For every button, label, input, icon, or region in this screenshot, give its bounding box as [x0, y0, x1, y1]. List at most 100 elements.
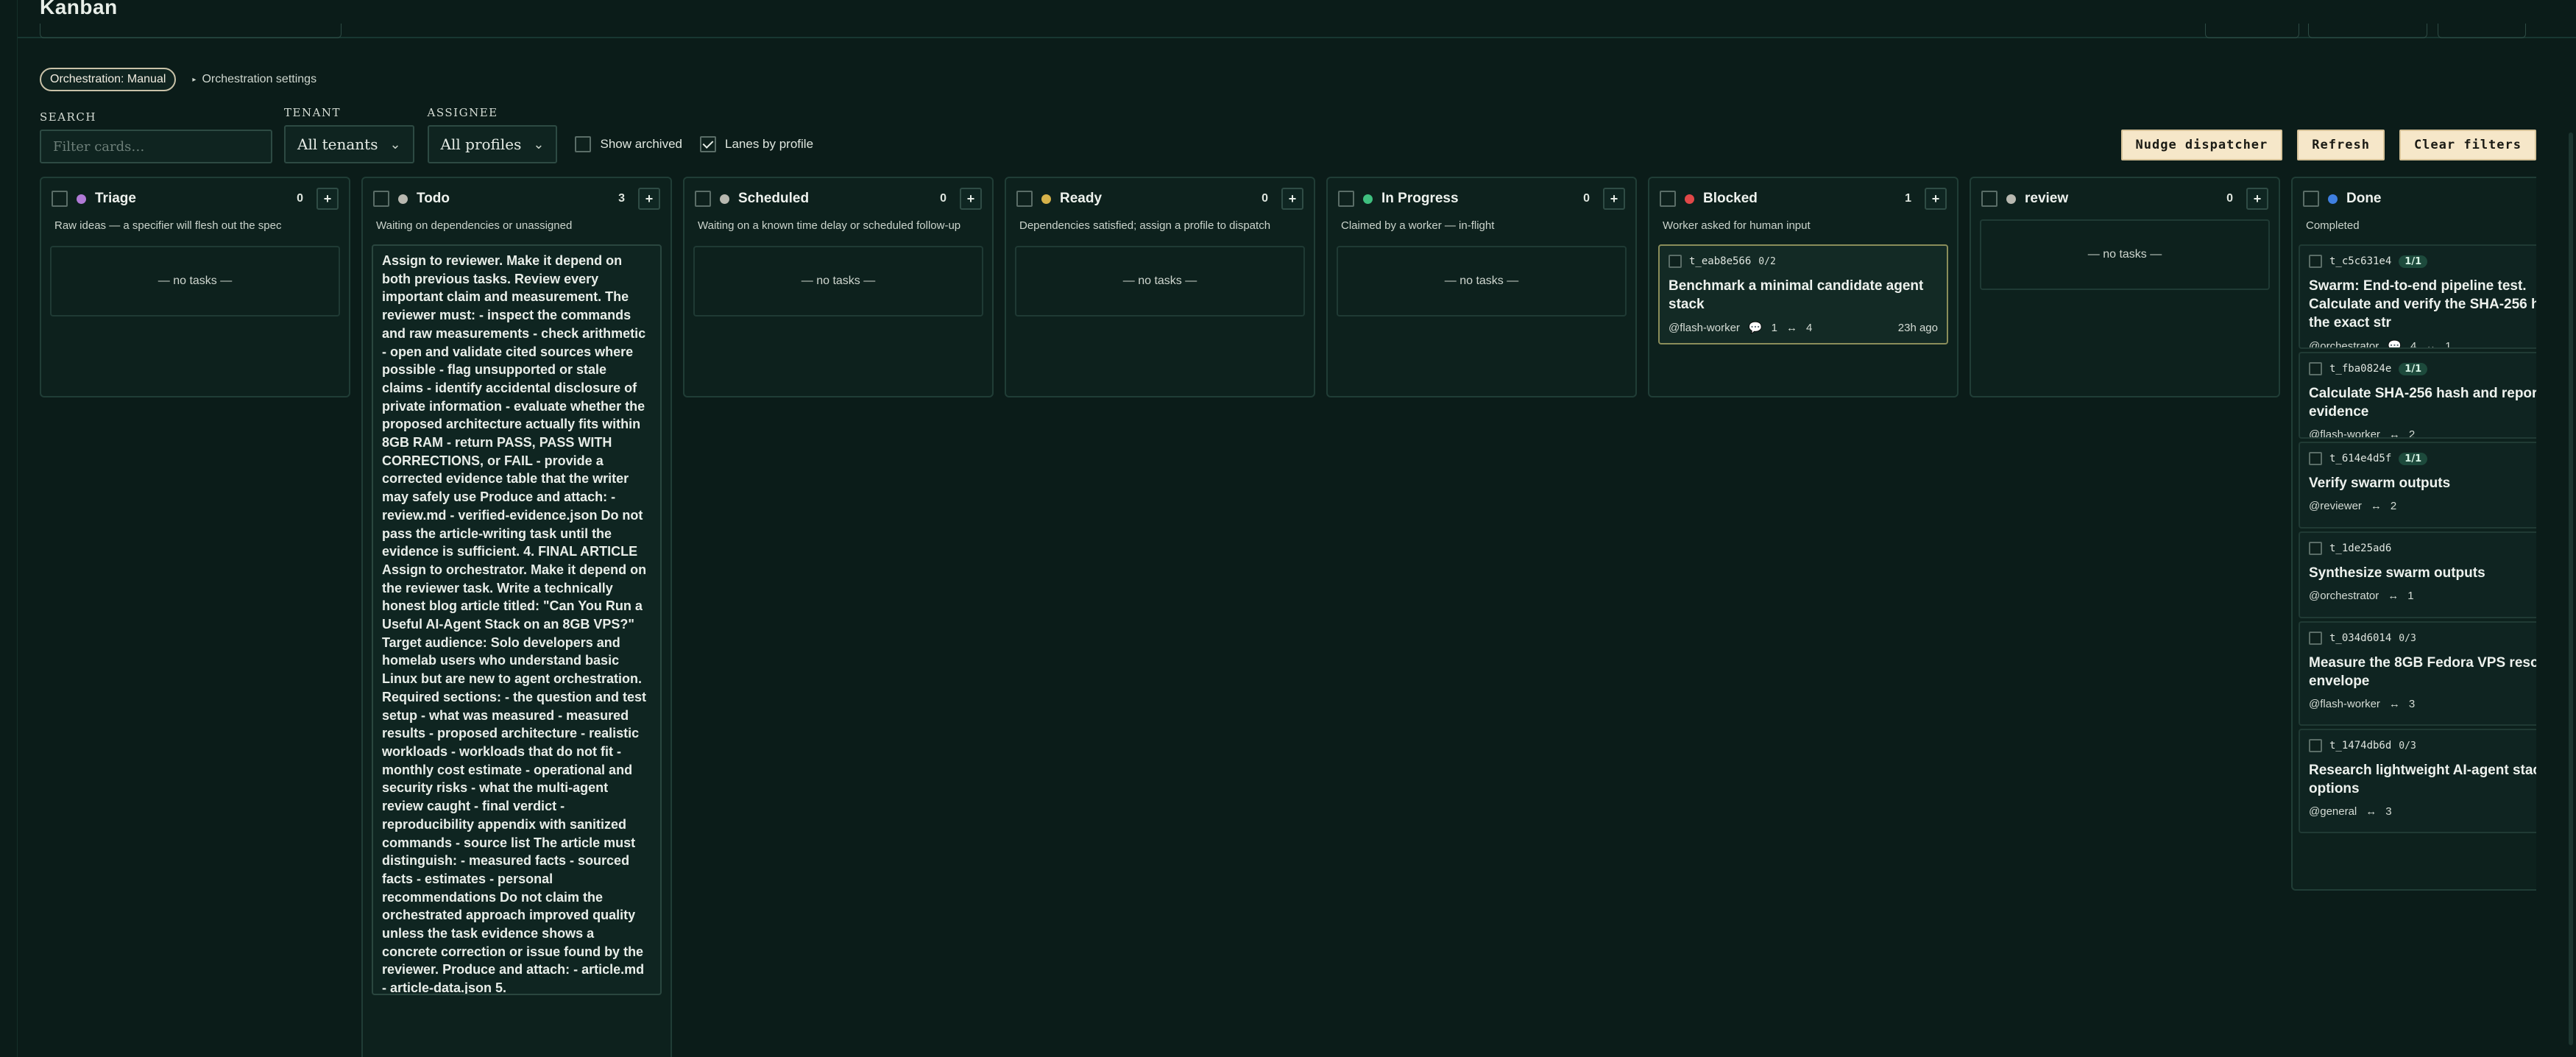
status-dot: [77, 194, 86, 204]
task-title: Swarm: End-to-end pipeline test. Calcula…: [2309, 278, 2536, 330]
search-label: SEARCH: [40, 110, 96, 124]
link-arrows-icon: ↔: [2388, 698, 2400, 710]
column-header: review 0 +: [1971, 178, 2279, 219]
card-meta: @general ↔ 3: [2309, 805, 2536, 818]
status-dot: [720, 194, 729, 204]
lanes-by-profile-toggle[interactable]: Lanes by profile: [700, 125, 813, 163]
lanes-by-profile-label: Lanes by profile: [725, 137, 814, 151]
column-header: Todo 3 +: [363, 178, 670, 219]
task-card[interactable]: t_614e4d5f 1/1 Verify swarm outputs @rev…: [2299, 442, 2536, 528]
refresh-button[interactable]: Refresh: [2297, 130, 2385, 160]
task-id: t_eab8e566: [1689, 255, 1752, 267]
board-actions: Nudge dispatcher Refresh Clear filters: [2120, 130, 2536, 160]
column-header: Scheduled 0 +: [684, 178, 992, 219]
kanban-board: Triage 0 + Raw ideas — a specifier will …: [40, 177, 2536, 1057]
task-card[interactable]: t_c5c631e4 1/1 Swarm: End-to-end pipelin…: [2299, 244, 2536, 349]
orchestration-row: Orchestration: Manual ▸ Orchestration se…: [40, 68, 316, 91]
chevron-down-icon: ⌄: [533, 136, 545, 152]
card-select-checkbox[interactable]: [2309, 362, 2322, 375]
card-select-checkbox[interactable]: [1669, 255, 1682, 268]
comment-count: 4: [2410, 339, 2417, 349]
card-id-row: t_614e4d5f 1/1: [2309, 449, 2536, 468]
task-assignee: @general: [2309, 805, 2357, 818]
plus-icon[interactable]: +: [638, 188, 660, 210]
task-card[interactable]: t_fba0824e 1/1 Calculate SHA-256 hash an…: [2299, 352, 2536, 439]
show-archived-checkbox[interactable]: [575, 136, 592, 152]
column-header: Ready 0 +: [1006, 178, 1314, 219]
column-count: 1: [1905, 192, 1911, 205]
empty-column-placeholder: — no tasks —: [693, 246, 983, 317]
plus-icon[interactable]: +: [316, 188, 339, 210]
task-card[interactable]: t_034d6014 0/3 Measure the 8GB Fedora VP…: [2299, 621, 2536, 726]
column-description: Waiting on dependencies or unassigned: [376, 219, 573, 232]
clear-filters-button[interactable]: Clear filters: [2399, 130, 2536, 160]
speech-bubble-icon: 💬: [1748, 322, 1763, 334]
column-select-checkbox[interactable]: [1660, 191, 1676, 207]
search-input[interactable]: [40, 130, 272, 163]
column-scheduled: Scheduled 0 + Waiting on a known time de…: [683, 177, 994, 397]
column-select-checkbox[interactable]: [695, 191, 711, 207]
link-count: 1: [2445, 339, 2452, 349]
column-header: In Progress 0 +: [1328, 178, 1635, 219]
link-arrows-icon: ↔: [1786, 321, 1797, 334]
tenant-select[interactable]: All tenants ⌄: [284, 125, 414, 163]
assignee-select-value: All profiles: [440, 135, 522, 153]
card-meta: @reviewer ↔ 2: [2309, 500, 2536, 512]
column-select-checkbox[interactable]: [1016, 191, 1033, 207]
orchestration-settings-toggle[interactable]: ▸ Orchestration settings: [192, 73, 316, 86]
column-select-checkbox[interactable]: [373, 191, 389, 207]
task-card[interactable]: Assign to reviewer. Make it depend on bo…: [372, 244, 662, 995]
orchestration-mode-pill[interactable]: Orchestration: Manual: [40, 68, 177, 91]
link-count: 3: [2385, 805, 2392, 818]
column-select-checkbox[interactable]: [1338, 191, 1354, 207]
task-assignee: @orchestrator: [2309, 339, 2379, 349]
tenant-label: TENANT: [284, 106, 342, 119]
column-title: Blocked: [1703, 191, 1758, 206]
task-card[interactable]: t_1474db6d 0/3 Research lightweight AI-a…: [2299, 729, 2536, 833]
plus-icon[interactable]: +: [2246, 188, 2268, 210]
status-dot: [2006, 194, 2016, 204]
card-select-checkbox[interactable]: [2309, 739, 2322, 752]
card-meta: @orchestrator 💬 4 ↔ 1: [2309, 339, 2536, 349]
card-select-checkbox[interactable]: [2309, 255, 2322, 268]
task-card[interactable]: t_1de25ad6 Synthesize swarm outputs @orc…: [2299, 531, 2536, 618]
plus-icon[interactable]: +: [960, 188, 982, 210]
column-select-checkbox[interactable]: [52, 191, 68, 207]
plus-icon[interactable]: +: [1281, 188, 1303, 210]
task-progress: 0/3: [2399, 632, 2416, 644]
orchestration-settings-label: Orchestration settings: [202, 73, 317, 85]
toolbar-ghost-input: [40, 24, 342, 38]
card-select-checkbox[interactable]: [2309, 632, 2322, 645]
status-dot: [2328, 194, 2338, 204]
task-card[interactable]: t_eab8e566 0/2 Benchmark a minimal candi…: [1658, 244, 1948, 344]
nudge-dispatcher-button[interactable]: Nudge dispatcher: [2120, 130, 2283, 160]
column-count: 0: [940, 192, 946, 205]
toolbar-ghost-button: [2205, 24, 2299, 38]
column-title: Scheduled: [738, 191, 810, 206]
column-select-checkbox[interactable]: [1981, 191, 1998, 207]
column-description: Waiting on a known time delay or schedul…: [698, 219, 961, 232]
card-select-checkbox[interactable]: [2309, 452, 2322, 465]
filter-bar: SEARCH TENANT All tenants ⌄ ASSIGNEE All…: [40, 106, 813, 163]
lanes-by-profile-checkbox[interactable]: [700, 136, 716, 152]
task-progress: 0/3: [2399, 740, 2416, 752]
card-select-checkbox[interactable]: [2309, 542, 2322, 555]
show-archived-toggle[interactable]: Show archived: [575, 125, 682, 163]
link-arrows-icon: ↔: [2370, 500, 2382, 512]
toolbar-ghost-button: [2308, 24, 2427, 38]
status-dot: [1363, 194, 1373, 204]
column-count: 0: [297, 192, 303, 205]
page-title: Kanban: [40, 0, 118, 18]
comment-count: 1: [1771, 321, 1777, 334]
plus-icon[interactable]: +: [1925, 188, 1947, 210]
plus-icon[interactable]: +: [1603, 188, 1625, 210]
column-blocked: Blocked 1 + Worker asked for human input…: [1648, 177, 1958, 397]
assignee-label: ASSIGNEE: [427, 106, 498, 119]
assignee-select[interactable]: All profiles ⌄: [427, 125, 558, 163]
vertical-scrollbar[interactable]: [2569, 132, 2573, 1045]
column-description: Claimed by a worker — in-flight: [1341, 219, 1495, 232]
empty-column-placeholder: — no tasks —: [50, 246, 340, 317]
column-select-checkbox[interactable]: [2303, 191, 2319, 207]
task-title: Verify swarm outputs: [2309, 476, 2451, 491]
column-title: Ready: [1060, 191, 1103, 206]
